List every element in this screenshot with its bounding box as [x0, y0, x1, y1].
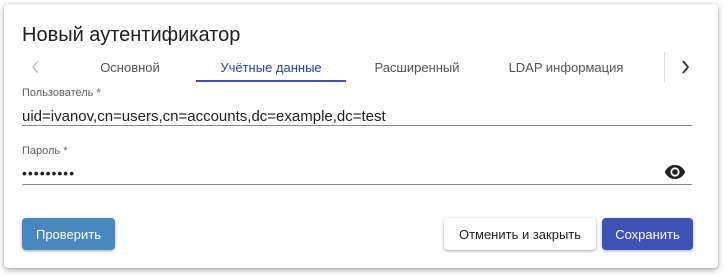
save-button[interactable]: Сохранить — [602, 218, 693, 250]
username-label: Пользователь * — [22, 87, 101, 99]
active-tab-indicator — [196, 80, 346, 82]
tab-main-label: Основной — [100, 59, 160, 75]
toggle-password-visibility-button[interactable] — [664, 164, 686, 180]
tab-main[interactable]: Основной — [62, 52, 198, 82]
eye-icon — [664, 165, 686, 179]
tab-advanced[interactable]: Расширенный — [346, 52, 488, 82]
tab-ldap-info[interactable]: LDAP информация — [488, 52, 644, 82]
tab-credentials-label: Учётные данные — [220, 59, 322, 75]
tab-scroll-right-button[interactable] — [664, 52, 705, 82]
password-underline — [22, 184, 692, 185]
tab-advanced-label: Расширенный — [374, 59, 460, 75]
tab-bar: Основной Учётные данные Расширенный LDAP… — [20, 52, 704, 82]
tab-credentials[interactable]: Учётные данные — [196, 52, 346, 82]
username-underline — [22, 125, 692, 126]
cancel-and-close-button[interactable]: Отменить и закрыть — [444, 218, 596, 250]
tab-scroll-left-button[interactable] — [20, 52, 52, 82]
tab-ldap-info-label: LDAP информация — [508, 59, 624, 75]
username-input[interactable] — [22, 105, 692, 127]
password-label: Пароль * — [22, 145, 68, 157]
dialog-title: Новый аутентификатор — [22, 24, 241, 46]
password-input[interactable]: ••••••••• — [22, 162, 692, 184]
new-authenticator-dialog: Новый аутентификатор Основной Учётные да… — [4, 4, 718, 268]
check-button[interactable]: Проверить — [22, 218, 115, 250]
chevron-left-icon — [31, 60, 39, 74]
chevron-right-icon — [682, 60, 690, 74]
